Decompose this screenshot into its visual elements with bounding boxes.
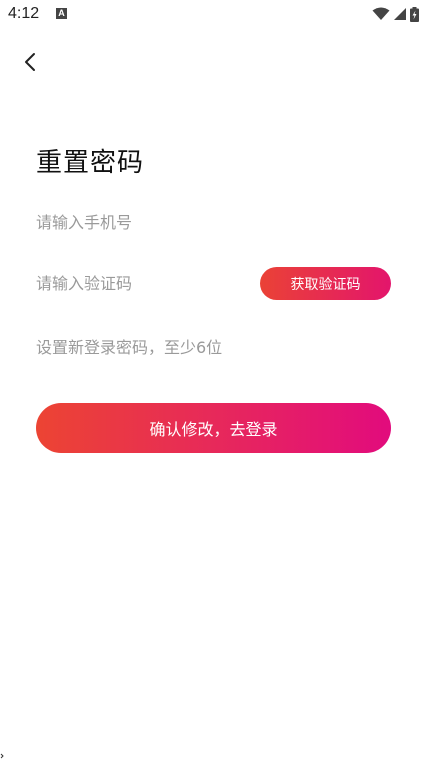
get-code-button[interactable]: 获取验证码 [260, 267, 391, 300]
battery-charging-icon [410, 6, 419, 22]
corner-mark-icon [0, 753, 4, 759]
chevron-left-icon [25, 53, 35, 71]
status-bar: 4:12 A [0, 0, 427, 28]
new-password-input[interactable] [36, 332, 391, 362]
back-button[interactable] [14, 46, 46, 78]
phone-input[interactable] [36, 207, 391, 237]
status-icons [372, 6, 419, 22]
status-time: 4:12 [8, 5, 40, 22]
verification-code-input[interactable] [36, 268, 246, 298]
page-title: 重置密码 [36, 148, 145, 178]
confirm-reset-button[interactable]: 确认修改，去登录 [36, 403, 391, 453]
notification-a-icon: A [56, 8, 67, 19]
signal-icon [394, 8, 406, 20]
wifi-icon [372, 7, 390, 20]
